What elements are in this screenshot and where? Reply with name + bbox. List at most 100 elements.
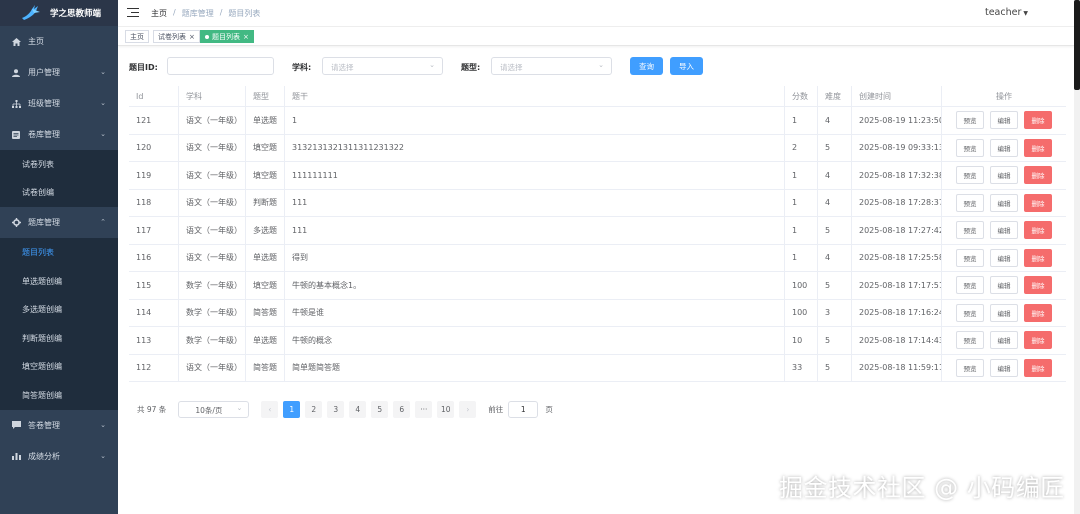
sidebar-item-score-analysis[interactable]: 成绩分析 ⌄	[0, 441, 118, 472]
page-size-select[interactable]: 10条/页 ⌄	[178, 401, 250, 418]
delete-button[interactable]: 删除	[1024, 331, 1052, 350]
goto-page-input[interactable]: 1	[508, 401, 539, 418]
edit-button[interactable]: 编辑	[990, 358, 1018, 377]
cell-type: 填空题	[246, 134, 285, 161]
user-menu[interactable]: teacher ▼	[985, 7, 1028, 18]
preview-button[interactable]: 预览	[956, 111, 984, 130]
delete-button[interactable]: 删除	[1024, 221, 1052, 240]
cell-type: 单选题	[246, 107, 285, 134]
preview-button[interactable]: 预览	[956, 221, 984, 240]
page-button[interactable]: 3	[327, 401, 345, 418]
cell-created: 2025-08-18 17:25:58	[852, 244, 942, 271]
hamburger-icon[interactable]	[127, 8, 139, 18]
close-icon[interactable]: ×	[243, 33, 249, 41]
sidebar-subitem-paper-create[interactable]: 试卷创编	[0, 178, 118, 208]
import-button[interactable]: 导入	[670, 57, 703, 75]
edit-button[interactable]: 编辑	[990, 166, 1018, 185]
breadcrumb-home[interactable]: 主页	[151, 8, 167, 19]
tag-paper-list[interactable]: 试卷列表 ×	[153, 30, 200, 43]
cell-score: 100	[785, 272, 818, 299]
delete-button[interactable]: 删除	[1024, 138, 1052, 157]
edit-button[interactable]: 编辑	[990, 331, 1018, 350]
edit-button[interactable]: 编辑	[990, 248, 1018, 267]
cell-subject: 语文（一年级）	[179, 134, 246, 161]
table-row: 121 语文（一年级） 单选题 1 1 4 2025-08-19 11:23:50 预览 编辑删…	[129, 107, 1066, 135]
table-row: 119 语文（一年级） 填空题 111111111 1 4 2025-08-18 17:32…	[129, 162, 1066, 190]
close-icon[interactable]: ×	[189, 33, 195, 41]
next-page-button[interactable]: ›	[459, 401, 477, 418]
page-button[interactable]: 4	[349, 401, 367, 418]
cell-stem: 111	[285, 217, 785, 244]
sidebar-item-classes[interactable]: 班级管理 ⌄	[0, 88, 118, 119]
org-icon	[10, 99, 22, 108]
sidebar-item-question-bank[interactable]: 题库管理 ⌃	[0, 207, 118, 238]
preview-button[interactable]: 预览	[956, 303, 984, 322]
edit-button[interactable]: 编辑	[990, 193, 1018, 212]
cell-difficulty: 5	[818, 327, 852, 354]
page-button[interactable]: 2	[305, 401, 323, 418]
delete-button[interactable]: 删除	[1024, 166, 1052, 185]
sidebar-subitem-paper-list[interactable]: 试卷列表	[0, 150, 118, 179]
delete-button[interactable]: 删除	[1024, 193, 1052, 212]
scrollbar-thumb[interactable]	[1074, 0, 1080, 90]
more-pages-button[interactable]: ···	[415, 401, 433, 418]
cell-subject: 数学（一年级）	[179, 327, 246, 354]
page-button[interactable]: 10	[437, 401, 455, 418]
preview-button[interactable]: 预览	[956, 276, 984, 295]
subject-select[interactable]: 请选择 ⌄	[322, 57, 443, 75]
preview-button[interactable]: 预览	[956, 358, 984, 377]
sidebar-item-home[interactable]: 主页	[0, 26, 118, 57]
tag-home[interactable]: 主页	[125, 30, 149, 43]
edit-button[interactable]: 编辑	[990, 303, 1018, 322]
delete-button[interactable]: 删除	[1024, 248, 1052, 267]
cell-score: 1	[785, 107, 818, 134]
delete-button[interactable]: 删除	[1024, 111, 1052, 130]
table-row: 120 语文（一年级） 填空题 3132131321311311231322 2 5 202…	[129, 134, 1066, 162]
chevron-down-icon: ⌄	[100, 420, 106, 429]
edit-button[interactable]: 编辑	[990, 138, 1018, 157]
sidebar-subitem-question-list[interactable]: 题目列表	[0, 238, 118, 267]
sidebar-item-paper-bank[interactable]: 卷库管理 ⌄	[0, 119, 118, 150]
page-button[interactable]: 1	[283, 401, 301, 418]
sidebar-subitem-short-answer[interactable]: 简答题创编	[0, 381, 118, 410]
page-button[interactable]: 6	[393, 401, 411, 418]
cell-score: 100	[785, 299, 818, 326]
cell-score: 1	[785, 189, 818, 216]
sidebar-subitem-label: 简答题创编	[22, 390, 62, 400]
sidebar-subitem-single-choice[interactable]: 单选题创编	[0, 266, 118, 296]
sidebar-item-users[interactable]: 用户管理 ⌄	[0, 57, 118, 88]
sidebar-item-label: 成绩分析	[28, 451, 60, 461]
cell-stem: 得到	[285, 244, 785, 271]
type-select[interactable]: 请选择 ⌄	[491, 57, 612, 75]
logo[interactable]: 学之思教师端	[0, 0, 118, 26]
delete-button[interactable]: 删除	[1024, 358, 1052, 377]
breadcrumb-question-bank: 题库管理	[181, 8, 214, 18]
sidebar-item-answer-sheets[interactable]: 答卷管理 ⌄	[0, 410, 118, 441]
page-button[interactable]: 5	[371, 401, 389, 418]
sidebar-subitem-fill-blank[interactable]: 填空题创编	[0, 352, 118, 382]
delete-button[interactable]: 删除	[1024, 276, 1052, 295]
sidebar-subitem-true-false[interactable]: 判断题创编	[0, 323, 118, 353]
cell-created: 2025-08-18 17:32:38	[852, 162, 942, 189]
edit-button[interactable]: 编辑	[990, 111, 1018, 130]
question-id-input[interactable]	[167, 57, 274, 75]
search-button[interactable]: 查询	[630, 57, 663, 75]
edit-button[interactable]: 编辑	[990, 276, 1018, 295]
preview-button[interactable]: 预览	[956, 166, 984, 185]
prev-page-button[interactable]: ‹	[261, 401, 279, 418]
cell-type: 简答题	[246, 354, 285, 381]
sidebar-subitem-label: 判断题创编	[22, 333, 62, 343]
app-title: 学之思教师端	[50, 9, 102, 19]
preview-button[interactable]: 预览	[956, 193, 984, 212]
question-table: Id 学科 题型 题干 分数 难度 创建时间 操作 121 语文（一年级） 单选题 1…	[129, 86, 1066, 382]
preview-button[interactable]: 预览	[956, 138, 984, 157]
sidebar-subitem-label: 试卷创编	[22, 188, 54, 198]
sidebar-subitem-multi-choice[interactable]: 多选题创编	[0, 295, 118, 324]
tag-question-list[interactable]: 题目列表 ×	[200, 30, 254, 43]
edit-button[interactable]: 编辑	[990, 221, 1018, 240]
cell-created: 2025-08-18 17:17:51	[852, 272, 942, 299]
cell-id: 118	[129, 189, 179, 216]
preview-button[interactable]: 预览	[956, 248, 984, 267]
preview-button[interactable]: 预览	[956, 331, 984, 350]
delete-button[interactable]: 删除	[1024, 303, 1052, 322]
